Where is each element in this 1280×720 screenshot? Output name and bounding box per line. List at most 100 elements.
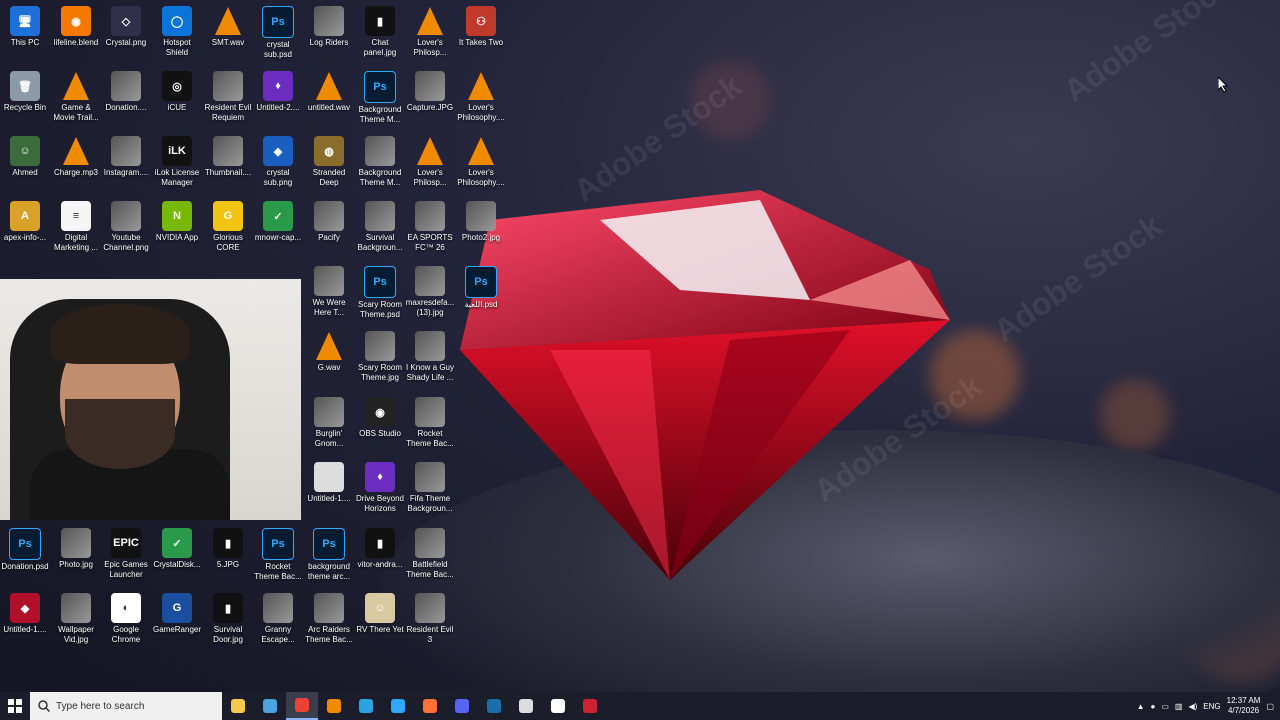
desktop-icon[interactable]: Untitled-1.... (304, 462, 354, 504)
desktop-icon[interactable]: Battlefield Theme Bac... (405, 528, 455, 580)
desktop-icon[interactable]: EPIC Epic Games Launcher (101, 528, 151, 580)
taskbar-chrome-button[interactable] (286, 692, 318, 720)
desktop-icon[interactable]: ♦ Drive Beyond Horizons (355, 462, 405, 514)
display-icon[interactable]: ▭ (1161, 702, 1169, 711)
desktop-icon[interactable]: ✓ mnowr-cap... (253, 201, 303, 243)
desktop-icon[interactable]: ◆ crystal sub.png (253, 136, 303, 188)
desktop-icon[interactable]: Charge.mp3 (51, 136, 101, 178)
taskbar-file-explorer-button[interactable] (222, 692, 254, 720)
desktop-icon[interactable]: Ps Background Theme M... (355, 71, 405, 125)
desktop-icon[interactable]: Youtube Channel.png (101, 201, 151, 253)
desktop-icon[interactable]: Lover's Philosp... (405, 6, 455, 58)
desktop-icon[interactable]: ⚇ It Takes Two (456, 6, 506, 48)
taskbar-steam-button[interactable] (478, 692, 510, 720)
taskbar-photoshop-button[interactable] (382, 692, 414, 720)
desktop-icon[interactable]: G GameRanger (152, 593, 202, 635)
desktop-icon[interactable]: ◉ lifeline.blend (51, 6, 101, 48)
desktop-icon[interactable]: Game & Movie Trail... (51, 71, 101, 123)
desktop-icon[interactable]: Lover's Philosophy.... (456, 71, 506, 123)
desktop-icon[interactable]: Ps Donation.psd (0, 528, 50, 572)
capcut-icon (551, 699, 565, 713)
desktop-icon[interactable]: Photo2.jpg (456, 201, 506, 243)
desktop-icon[interactable]: Ps Scary Room Theme.psd (355, 266, 405, 320)
desktop-icon[interactable]: Burglin' Gnom... (304, 397, 354, 449)
desktop-icon[interactable]: Survival Backgroun... (355, 201, 405, 253)
desktop-icon[interactable]: Instagram.... (101, 136, 151, 178)
desktop-icon[interactable]: Resident Evil Requiem (203, 71, 253, 123)
desktop-icon[interactable]: ◍ Stranded Deep (304, 136, 354, 188)
desktop-icon[interactable]: EA SPORTS FC™ 26 (405, 201, 455, 253)
psd-icon: Ps (9, 528, 41, 560)
start-button[interactable] (0, 692, 30, 720)
desktop-icon[interactable]: Fifa Theme Backgroun... (405, 462, 455, 514)
desktop-icon[interactable]: Granny Escape... (253, 593, 303, 645)
notification-icon[interactable]: ▢ (1266, 702, 1274, 711)
desktop-icon[interactable]: ◉ OBS Studio (355, 397, 405, 439)
desktop-icon[interactable]: SMT.wav (203, 6, 253, 48)
taskbar-discord-button[interactable] (446, 692, 478, 720)
taskbar-search-box[interactable]: Type here to search (30, 692, 222, 720)
mouse-cursor-icon (1218, 77, 1228, 93)
desktop-icon[interactable]: ▮ vitor-andra... (355, 528, 405, 570)
taskbar-vlc-button[interactable] (318, 692, 350, 720)
desktop-icon[interactable]: Ps crystal sub.psd (253, 6, 303, 60)
desktop-icon[interactable]: Capture.JPG (405, 71, 455, 113)
desktop-icon[interactable]: Pacify (304, 201, 354, 243)
language-indicator[interactable]: ENG (1203, 702, 1220, 711)
desktop-icon[interactable]: ◐ Google Chrome (101, 593, 151, 645)
desktop-icon[interactable]: ◎ iCUE (152, 71, 202, 113)
desktop-icon[interactable]: maxresdefa... (13).jpg (405, 266, 455, 318)
desktop-icon[interactable]: G.wav (304, 331, 354, 373)
desktop-icon[interactable]: Lover's Philosophy.... (456, 136, 506, 188)
desktop-icon[interactable]: Aapex-info-... (0, 201, 50, 243)
desktop-icon[interactable]: Log Riders (304, 6, 354, 48)
desktop-icon[interactable]: ✓ CrystalDisk... (152, 528, 202, 570)
desktop-icon[interactable]: We Were Here T... (304, 266, 354, 318)
desktop-icon[interactable]: Ps background theme arc... (304, 528, 354, 582)
desktop-icon[interactable]: ▮ 5.JPG (203, 528, 253, 570)
glorious-icon: G (213, 201, 243, 231)
desktop-icon[interactable]: ☺ RV There Yet (355, 593, 405, 635)
desktop-icon[interactable]: Lover's Philosp... (405, 136, 455, 188)
microphone-icon[interactable]: ● (1150, 702, 1155, 711)
desktop-icon-label: Instagram.... (103, 168, 149, 177)
desktop-icon[interactable]: Scary Room Theme.jpg (355, 331, 405, 383)
desktop-icon[interactable]: Ps اللعبة.psd (456, 266, 506, 310)
desktop-icon[interactable]: ◯ Hotspot Shield (152, 6, 202, 58)
taskbar-epic-button[interactable] (510, 692, 542, 720)
desktop-icon[interactable]: Donation.... (101, 71, 151, 113)
desktop-icon[interactable]: ♦ Untitled-2.... (253, 71, 303, 113)
desktop-icon[interactable]: Thumbnail.... (203, 136, 253, 178)
desktop-icon[interactable]: iLK iLok License Manager (152, 136, 202, 188)
desktop-icon[interactable]: ≡ Digital Marketing ... (51, 201, 101, 253)
desktop-icon[interactable]: Ps Rocket Theme Bac... (253, 528, 303, 582)
taskbar-capcut-button[interactable] (542, 692, 574, 720)
desktop-icon[interactable]: ▮ Survival Door.jpg (203, 593, 253, 645)
desktop-icon[interactable]: N NVIDIA App (152, 201, 202, 243)
taskbar-telegram-button[interactable] (350, 692, 382, 720)
network-icon[interactable]: ▥ (1175, 702, 1183, 711)
desktop-icon[interactable]: 🖥 This PC (0, 6, 50, 48)
desktop-icon[interactable]: ◇ Crystal.png (101, 6, 151, 48)
volume-icon[interactable]: ◀) (1188, 702, 1197, 711)
desktop-icon[interactable]: Arc Raiders Theme Bac... (304, 593, 354, 645)
task-view-icon (263, 699, 277, 713)
desktop-icon[interactable]: Resident Evil 3 (405, 593, 455, 645)
desktop-icon[interactable]: Photo.jpg (51, 528, 101, 570)
desktop-icon[interactable]: I Know a Guy Shady Life ... (405, 331, 455, 383)
clock[interactable]: 12:37 AM 4/7/2026 (1227, 696, 1261, 716)
desktop-icon[interactable]: G Glorious CORE (203, 201, 253, 253)
desktop-icon[interactable]: ☺ Ahmed (0, 136, 50, 178)
desktop-icon-label: Background Theme M... (358, 168, 402, 187)
taskbar-firefox-button[interactable] (414, 692, 446, 720)
desktop-icon[interactable]: ◆ Untitled-1.... (0, 593, 50, 635)
desktop-icon[interactable]: Rocket Theme Bac... (405, 397, 455, 449)
taskbar-task-view-button[interactable] (254, 692, 286, 720)
taskbar-obs-button[interactable] (574, 692, 606, 720)
desktop-icon[interactable]: Background Theme M... (355, 136, 405, 188)
desktop-icon[interactable]: untitled.wav (304, 71, 354, 113)
desktop-icon[interactable]: Wallpaper Vid.jpg (51, 593, 101, 645)
show-hidden-icons-icon[interactable]: ▲ (1137, 702, 1145, 711)
desktop-icon[interactable]: ▮ Chat panel.jpg (355, 6, 405, 58)
desktop-icon[interactable]: 🗑 Recycle Bin (0, 71, 50, 113)
